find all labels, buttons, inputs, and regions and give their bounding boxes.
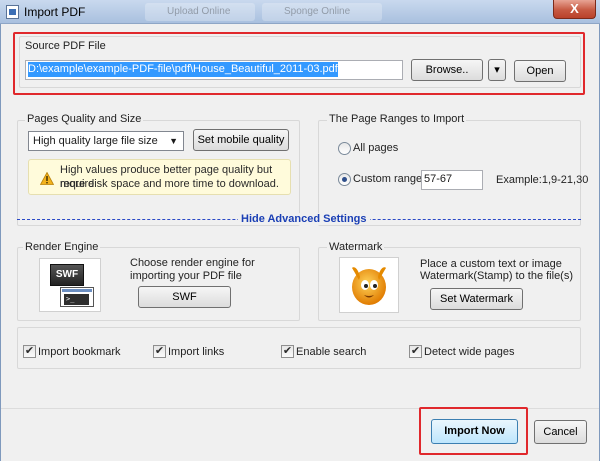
background-tab-upload: Upload Online [145, 3, 255, 21]
browse-button[interactable]: Browse.. [411, 59, 483, 81]
watermark-title: Watermark [327, 241, 385, 253]
terminal-icon: >_ [60, 287, 94, 307]
custom-range-radio[interactable] [338, 173, 351, 186]
swf-engine-icon: SWF >_ [39, 258, 101, 312]
import-bookmark-checkbox[interactable]: ✔ [23, 345, 36, 358]
app-icon [6, 5, 19, 19]
title-bar: Import PDF Upload Online Sponge Online B… [0, 0, 600, 35]
browse-dropdown-button[interactable]: ▾ [488, 59, 506, 81]
source-path-input[interactable]: D:\example\example-PDF-file\pdf\House_Be… [25, 60, 403, 80]
background-tab-sponge: Sponge Online Books [262, 3, 382, 35]
window-title: Import PDF [24, 5, 86, 19]
open-button[interactable]: Open [514, 60, 566, 82]
quality-title: Pages Quality and Size [25, 113, 144, 125]
enable-search-checkbox[interactable]: ✔ [281, 345, 294, 358]
close-button[interactable]: X [553, 0, 596, 19]
range-example-text: Example:1,9-21,30 [496, 174, 589, 186]
set-mobile-quality-button[interactable]: Set mobile quality [193, 129, 289, 151]
warning-icon [40, 172, 54, 185]
quality-note: High values produce better page quality … [28, 159, 291, 195]
render-desc-line1: Choose render engine for [130, 257, 255, 269]
import-now-button[interactable]: Import Now [431, 419, 518, 444]
swf-engine-button[interactable]: SWF [138, 286, 231, 308]
render-engine-title: Render Engine [23, 241, 101, 253]
watermark-desc-line1: Place a custom text or image [420, 258, 562, 270]
import-links-label: Import links [168, 346, 225, 358]
custom-range-label: Custom range: [353, 173, 426, 185]
set-watermark-button[interactable]: Set Watermark [430, 288, 523, 310]
custom-range-input[interactable]: 57-67 [421, 170, 483, 190]
all-pages-radio[interactable] [338, 142, 351, 155]
page-ranges-title: The Page Ranges to Import [327, 113, 467, 125]
source-path-text: D:\example\example-PDF-file\pdf\House_Be… [28, 62, 338, 77]
enable-search-label: Enable search [296, 346, 367, 358]
import-pdf-dialog: Source PDF File D:\example\example-PDF-f… [0, 24, 600, 461]
hide-advanced-settings-link[interactable]: Hide Advanced Settings [238, 213, 370, 225]
watermark-icon [339, 257, 399, 313]
quality-note-line2: more disk space and more time to downloa… [60, 178, 279, 190]
swf-badge: SWF [50, 264, 84, 286]
gimp-icon [352, 267, 386, 305]
quality-selected-value: High quality large file size [33, 135, 158, 147]
quality-select[interactable]: High quality large file size ▼ [28, 131, 184, 151]
all-pages-label: All pages [353, 142, 399, 154]
cancel-button[interactable]: Cancel [534, 420, 587, 444]
detect-wide-pages-label: Detect wide pages [424, 346, 515, 358]
watermark-desc-line2: Watermark(Stamp) to the file(s) [420, 270, 574, 282]
import-bookmark-label: Import bookmark [38, 346, 121, 358]
chevron-down-icon: ▼ [169, 136, 178, 146]
source-title: Source PDF File [25, 40, 106, 52]
import-links-checkbox[interactable]: ✔ [153, 345, 166, 358]
detect-wide-pages-checkbox[interactable]: ✔ [409, 345, 422, 358]
render-desc-line2: importing your PDF file [130, 270, 242, 282]
